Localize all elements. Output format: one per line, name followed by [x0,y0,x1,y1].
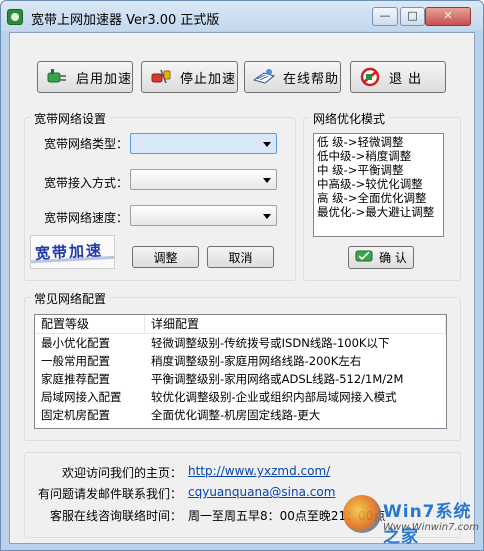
chevron-down-icon [263,142,271,147]
site-watermark: Win7系统之家 Www.Winwin7.com [341,489,484,549]
cancel-button[interactable]: 取消 [207,246,274,268]
unplug-icon [150,67,172,87]
table-header: 配置等级 详细配置 [35,315,446,334]
network-speed-label: 宽带网络速度： [44,211,129,225]
table-cell: 局域网接入配置 [41,390,122,404]
table-cell: 稍度调整级别-家庭用网络线路-200K左右 [151,354,362,368]
table-cell: 较优化调整级别-企业或组织内部局域网接入模式 [151,390,397,404]
watermark-url: Www.Winwin7.com [383,522,479,533]
confirm-icon [355,249,373,266]
app-icon [7,9,23,25]
list-item[interactable]: 低 级->轻微调整 [317,135,440,149]
title-bar[interactable]: 宽带上网加速器 Ver3.00 正式版 — □ ✕ [1,1,483,31]
list-item[interactable]: 低中级->稍度调整 [317,149,440,163]
network-type-select[interactable] [130,133,277,154]
service-hours-label: 客服在线咨询联络时间： [49,509,182,523]
enable-acceleration-label: 启用加速 [76,71,133,87]
list-item[interactable]: 中高级->较优化调整 [317,177,440,191]
table-cell: 最小优化配置 [41,336,110,350]
list-item[interactable]: 中 级->平衡调整 [317,163,440,177]
exit-label: 退 出 [389,71,423,87]
network-speed-select[interactable] [130,205,277,226]
list-item[interactable]: 最优化->最大避让调整 [317,205,440,219]
maximize-button[interactable]: □ [400,7,425,26]
exit-button[interactable]: 退 出 [350,61,446,93]
optimization-mode-title: 网络优化模式 [310,110,389,127]
stamp-text: 宽带加速 [34,241,104,263]
access-method-label: 宽带接入方式： [44,176,129,190]
email-link[interactable]: cqyuanquana@sina.com [188,485,335,499]
list-item[interactable]: 高 级->全面优化调整 [317,191,440,205]
table-cell: 一般常用配置 [41,354,110,368]
broadband-stamp-image: 宽带加速 [30,235,115,269]
exit-icon [359,67,381,87]
access-method-select[interactable] [130,169,277,190]
confirm-button[interactable]: 确 认 [348,246,414,269]
network-type-label: 宽带网络类型： [44,137,129,151]
confirm-label: 确 认 [379,251,407,265]
adjust-button[interactable]: 调整 [132,246,199,268]
online-help-button[interactable]: 在线帮助 [244,61,341,93]
table-row[interactable]: 家庭推荐配置 平衡调整级别-家用网络或ADSL线路-512/1M/2M [35,370,446,388]
minimize-button[interactable]: — [372,7,398,26]
table-row[interactable]: 局域网接入配置 较优化调整级别-企业或组织内部局域网接入模式 [35,388,446,406]
column-header-detail[interactable]: 详细配置 [145,315,446,333]
client-area: 启用加速 停止加速 在线帮助 退 出 宽带网络设置 宽带网络类型： 宽带接入方式… [9,32,475,544]
homepage-label: 欢迎访问我们的主页： [61,466,182,480]
stop-acceleration-button[interactable]: 停止加速 [141,61,238,93]
common-config-table[interactable]: 配置等级 详细配置 最小优化配置 轻微调整级别-传统拨号或ISDN线路-100K… [34,314,447,429]
table-cell: 家庭推荐配置 [41,372,110,386]
plug-icon [46,67,68,87]
stop-acceleration-label: 停止加速 [180,71,237,87]
table-row[interactable]: 一般常用配置 稍度调整级别-家庭用网络线路-200K左右 [35,352,446,370]
network-settings-title: 宽带网络设置 [31,110,110,127]
help-icon [252,67,276,87]
close-button[interactable]: ✕ [425,7,471,26]
enable-acceleration-button[interactable]: 启用加速 [37,61,133,93]
email-label: 有问题请发邮件联系我们： [37,487,182,501]
online-help-label: 在线帮助 [283,71,340,87]
table-cell: 平衡调整级别-家用网络或ADSL线路-512/1M/2M [151,372,404,386]
common-config-title: 常见网络配置 [31,290,110,307]
table-row[interactable]: 最小优化配置 轻微调整级别-传统拨号或ISDN线路-100K以下 [35,334,446,352]
table-cell: 轻微调整级别-传统拨号或ISDN线路-100K以下 [151,336,390,350]
homepage-link[interactable]: http://www.yxzmd.com/ [188,464,330,478]
app-window: 宽带上网加速器 Ver3.00 正式版 — □ ✕ 启用加速 停止加速 在线帮助… [0,0,484,551]
toolbar: 启用加速 停止加速 在线帮助 退 出 [10,33,476,101]
chevron-down-icon [263,178,271,183]
optimization-mode-list[interactable]: 低 级->轻微调整 低中级->稍度调整 中 级->平衡调整 中高级->较优化调整… [313,133,444,237]
table-cell: 固定机房配置 [41,408,110,422]
windows-logo-icon [343,495,381,533]
table-row[interactable]: 固定机房配置 全面优化调整-机房固定线路-更大 [35,406,446,424]
table-cell: 全面优化调整-机房固定线路-更大 [151,408,321,422]
column-header-level[interactable]: 配置等级 [35,315,145,333]
window-title: 宽带上网加速器 Ver3.00 正式版 [31,13,220,28]
chevron-down-icon [263,214,271,219]
